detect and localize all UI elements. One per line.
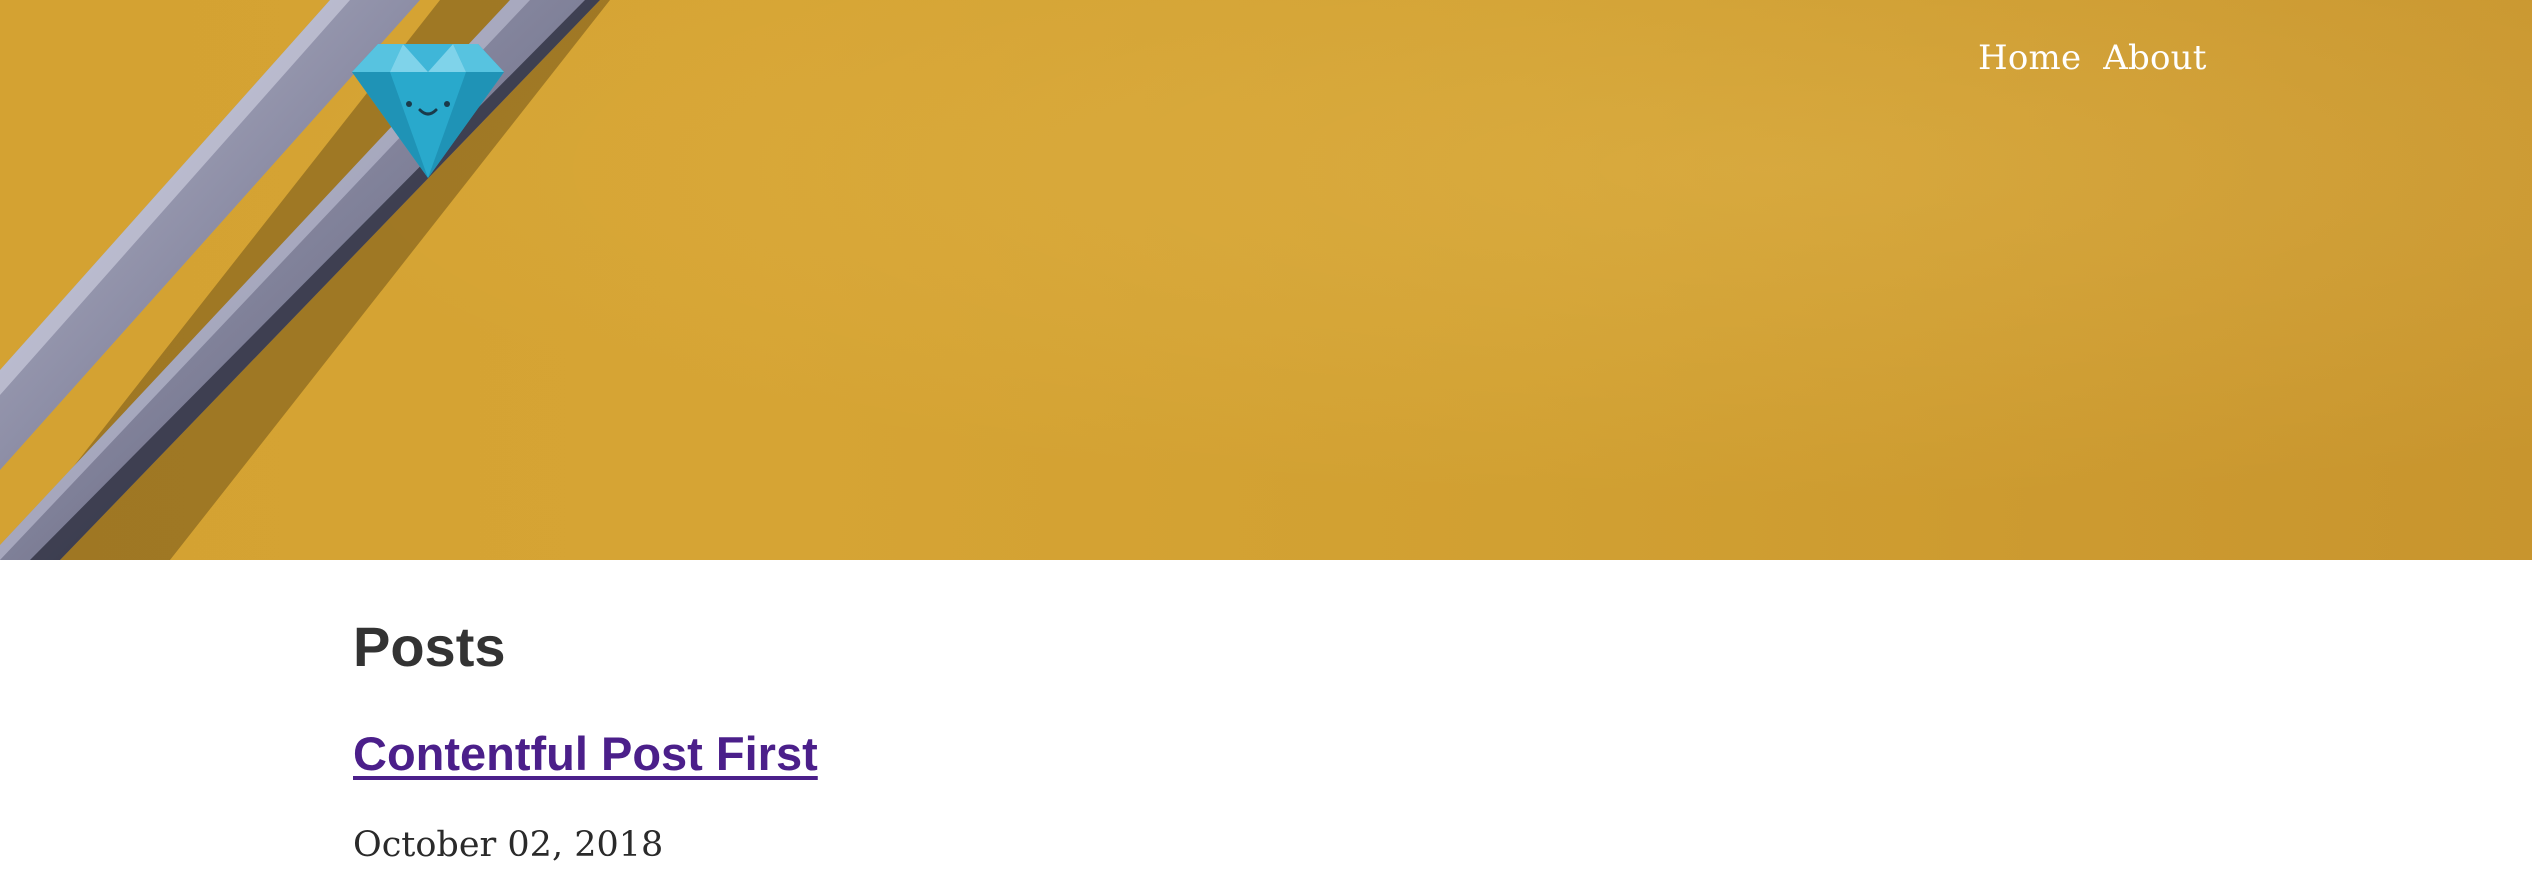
- section-title: Posts: [353, 615, 506, 678]
- nav-home-link[interactable]: Home: [1978, 38, 2081, 78]
- page: Home About Posts Contentful Post First O…: [0, 0, 2532, 894]
- post-list: Contentful Post First October 02, 2018: [353, 678, 2153, 865]
- pencils-photo: [0, 0, 610, 560]
- main-content: Posts Contentful Post First October 02, …: [353, 560, 2153, 865]
- nav-about-link[interactable]: About: [2103, 38, 2206, 78]
- hero-header: Home About: [0, 0, 2532, 560]
- diamond-logo-icon[interactable]: [352, 44, 504, 178]
- post-date: October 02, 2018: [353, 824, 664, 865]
- main-nav: Home About: [1978, 38, 2207, 78]
- post-title-link[interactable]: Contentful Post First: [353, 726, 818, 781]
- post-item: Contentful Post First October 02, 2018: [353, 678, 2153, 865]
